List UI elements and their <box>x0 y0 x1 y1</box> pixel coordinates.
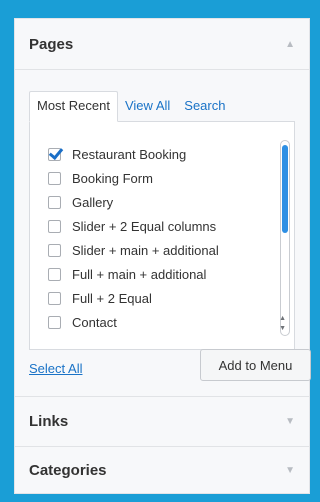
scroll-down-icon[interactable]: ▼ <box>279 325 286 333</box>
pages-tabs: Most Recent View All Search <box>29 91 295 122</box>
list-item[interactable]: Full + 2 Equal <box>48 286 219 310</box>
list-item[interactable]: Contact <box>48 310 219 334</box>
checkbox[interactable] <box>48 267 61 281</box>
item-label: Slider + main + additional <box>72 242 219 258</box>
list-item[interactable]: Slider + main + additional <box>48 238 219 262</box>
item-label: Gallery <box>72 194 114 210</box>
checkbox[interactable] <box>48 243 61 257</box>
checkbox[interactable] <box>48 171 61 185</box>
list-item[interactable]: Booking Form <box>48 166 219 190</box>
list-item[interactable]: Gallery <box>48 190 219 214</box>
select-all-link[interactable]: Select All <box>29 361 82 376</box>
categories-section-header[interactable]: Categories ▼ <box>15 446 309 494</box>
tab-search[interactable]: Search <box>177 92 232 121</box>
checkbox-checked[interactable] <box>48 147 61 161</box>
item-label: Restaurant Booking <box>72 146 187 162</box>
menu-items-panel: Pages ▲ Most Recent View All Search Rest… <box>14 18 311 494</box>
list-item[interactable]: Restaurant Booking <box>48 142 219 166</box>
item-label: Full + 2 Equal <box>72 290 152 306</box>
pages-section-header[interactable]: Pages ▲ <box>15 19 309 69</box>
pages-checklist[interactable]: Restaurant Booking Booking Form Gallery … <box>29 122 295 350</box>
checkbox[interactable] <box>48 219 61 233</box>
add-to-menu-button[interactable]: Add to Menu <box>200 349 311 381</box>
list-item[interactable]: Full + main + additional <box>48 262 219 286</box>
categories-section-title: Categories <box>29 461 107 479</box>
expand-arrow-icon[interactable]: ▼ <box>285 416 295 427</box>
item-label: Booking Form <box>72 170 153 186</box>
list-item[interactable]: Slider + 2 Equal columns <box>48 214 219 238</box>
checkbox[interactable] <box>48 195 61 209</box>
tab-view-all[interactable]: View All <box>118 92 177 121</box>
links-section-header[interactable]: Links ▼ <box>15 396 309 446</box>
item-label: Contact <box>72 314 117 330</box>
tab-most-recent[interactable]: Most Recent <box>29 91 118 122</box>
checkbox[interactable] <box>48 315 61 329</box>
checkbox[interactable] <box>48 291 61 305</box>
item-label: Slider + 2 Equal columns <box>72 218 217 234</box>
divider <box>15 69 309 70</box>
item-label: Full + main + additional <box>72 266 207 282</box>
links-section-title: Links <box>29 412 69 430</box>
list-scrollbar[interactable]: ▲ ▼ <box>279 140 290 336</box>
scrollbar-thumb[interactable] <box>282 145 288 233</box>
scroll-up-icon[interactable]: ▲ <box>279 315 286 323</box>
collapse-arrow-icon[interactable]: ▲ <box>285 39 295 50</box>
expand-arrow-icon[interactable]: ▼ <box>285 465 295 476</box>
pages-section-title: Pages <box>29 35 74 53</box>
